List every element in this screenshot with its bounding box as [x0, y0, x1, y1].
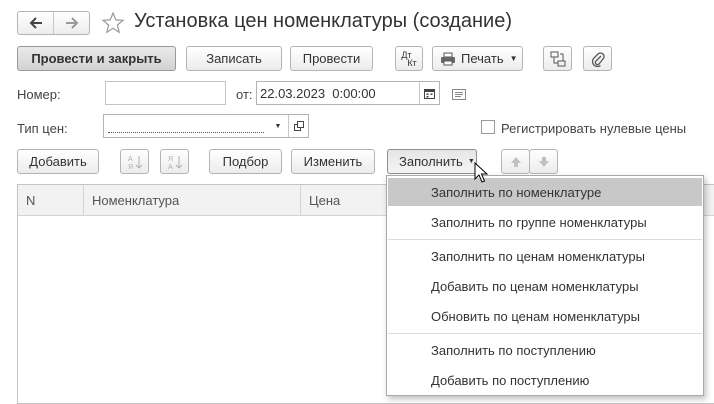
page-title: Установка цен номенклатуры (создание) — [134, 10, 512, 32]
svg-text:Я: Я — [128, 164, 133, 170]
pick-button[interactable]: Подбор — [209, 149, 282, 174]
star-icon — [101, 11, 125, 34]
register-zero-label: Регистрировать нулевые цены — [501, 121, 687, 136]
menu-item-add-by-item-prices[interactable]: Добавить по ценам номенклатуры — [388, 272, 702, 300]
chevron-down-icon: ▼ — [274, 122, 282, 130]
move-up-button[interactable] — [501, 149, 530, 174]
arrow-up-icon — [510, 156, 521, 167]
price-type-value — [108, 119, 264, 133]
chevron-down-icon: ▼ — [509, 54, 518, 63]
calendar-icon — [424, 88, 435, 99]
fill-label: Заполнить — [399, 154, 463, 169]
register-zero-checkbox[interactable] — [481, 120, 495, 134]
price-type-field[interactable]: ▼ — [103, 114, 309, 138]
save-button[interactable]: Записать — [186, 46, 282, 71]
number-label: Номер: — [17, 87, 61, 102]
back-button[interactable] — [18, 12, 54, 34]
dt-kt-button[interactable]: Дт Кт — [395, 46, 423, 71]
printer-icon — [441, 52, 455, 65]
svg-text:Я: Я — [168, 156, 173, 163]
dt-kt-bottom-label: Кт — [407, 57, 417, 68]
move-down-button[interactable] — [529, 149, 558, 174]
sort-descending-button[interactable]: Я А — [160, 149, 189, 174]
number-field[interactable] — [105, 81, 226, 105]
menu-separator — [388, 333, 702, 334]
post-button[interactable]: Провести — [290, 46, 373, 71]
mouse-pointer-icon — [474, 161, 489, 184]
column-header-item[interactable]: Номенклатура — [84, 185, 301, 216]
fill-menu-button[interactable]: Заполнить ▼ — [387, 149, 477, 174]
change-button[interactable]: Изменить — [291, 149, 375, 174]
forward-button[interactable] — [54, 12, 89, 34]
price-type-label: Тип цен: — [17, 121, 68, 136]
price-type-open-button[interactable] — [288, 115, 308, 137]
attach-file-button[interactable] — [583, 46, 612, 71]
document-structure-icon — [550, 51, 565, 66]
arrow-down-icon — [538, 156, 549, 167]
sort-ascending-icon: А Я — [128, 155, 142, 170]
svg-text:А: А — [168, 164, 173, 170]
date-label: от: — [236, 87, 253, 102]
calendar-button[interactable] — [419, 82, 439, 104]
fill-dropdown-menu: Заполнить по номенклатуре Заполнить по г… — [386, 175, 704, 396]
comment-icon — [452, 89, 466, 100]
open-form-icon — [293, 121, 304, 131]
menu-item-fill-by-receipt[interactable]: Заполнить по поступлению — [388, 336, 702, 364]
menu-item-update-by-item-prices[interactable]: Обновить по ценам номенклатуры — [388, 302, 702, 330]
paperclip-icon — [591, 51, 605, 67]
comment-button[interactable] — [452, 88, 466, 100]
arrow-left-icon — [29, 17, 42, 29]
nav-buttons-group — [17, 11, 90, 35]
arrow-right-icon — [65, 17, 78, 29]
price-type-dropdown-button[interactable]: ▼ — [268, 115, 288, 137]
print-label: Печать — [461, 51, 504, 66]
add-row-button[interactable]: Добавить — [17, 149, 99, 174]
date-value: 22.03.2023 0:00:00 — [260, 85, 376, 101]
menu-item-fill-by-item[interactable]: Заполнить по номенклатуре — [388, 178, 702, 206]
print-menu-button[interactable]: Печать ▼ — [432, 46, 523, 71]
document-structure-button[interactable] — [543, 46, 572, 71]
menu-item-add-by-receipt[interactable]: Добавить по поступлению — [388, 366, 702, 394]
post-and-close-button[interactable]: Провести и закрыть — [17, 46, 176, 71]
menu-separator — [388, 239, 702, 240]
sort-ascending-button[interactable]: А Я — [120, 149, 149, 174]
date-field[interactable]: 22.03.2023 0:00:00 — [256, 81, 440, 105]
menu-item-fill-by-item-group[interactable]: Заполнить по группе номенклатуры — [388, 208, 702, 236]
menu-item-fill-by-item-prices[interactable]: Заполнить по ценам номенклатуры — [388, 242, 702, 270]
column-header-n[interactable]: N — [18, 185, 84, 216]
svg-text:А: А — [128, 156, 133, 163]
favorite-button[interactable] — [101, 11, 125, 35]
sort-descending-icon: Я А — [168, 155, 182, 170]
